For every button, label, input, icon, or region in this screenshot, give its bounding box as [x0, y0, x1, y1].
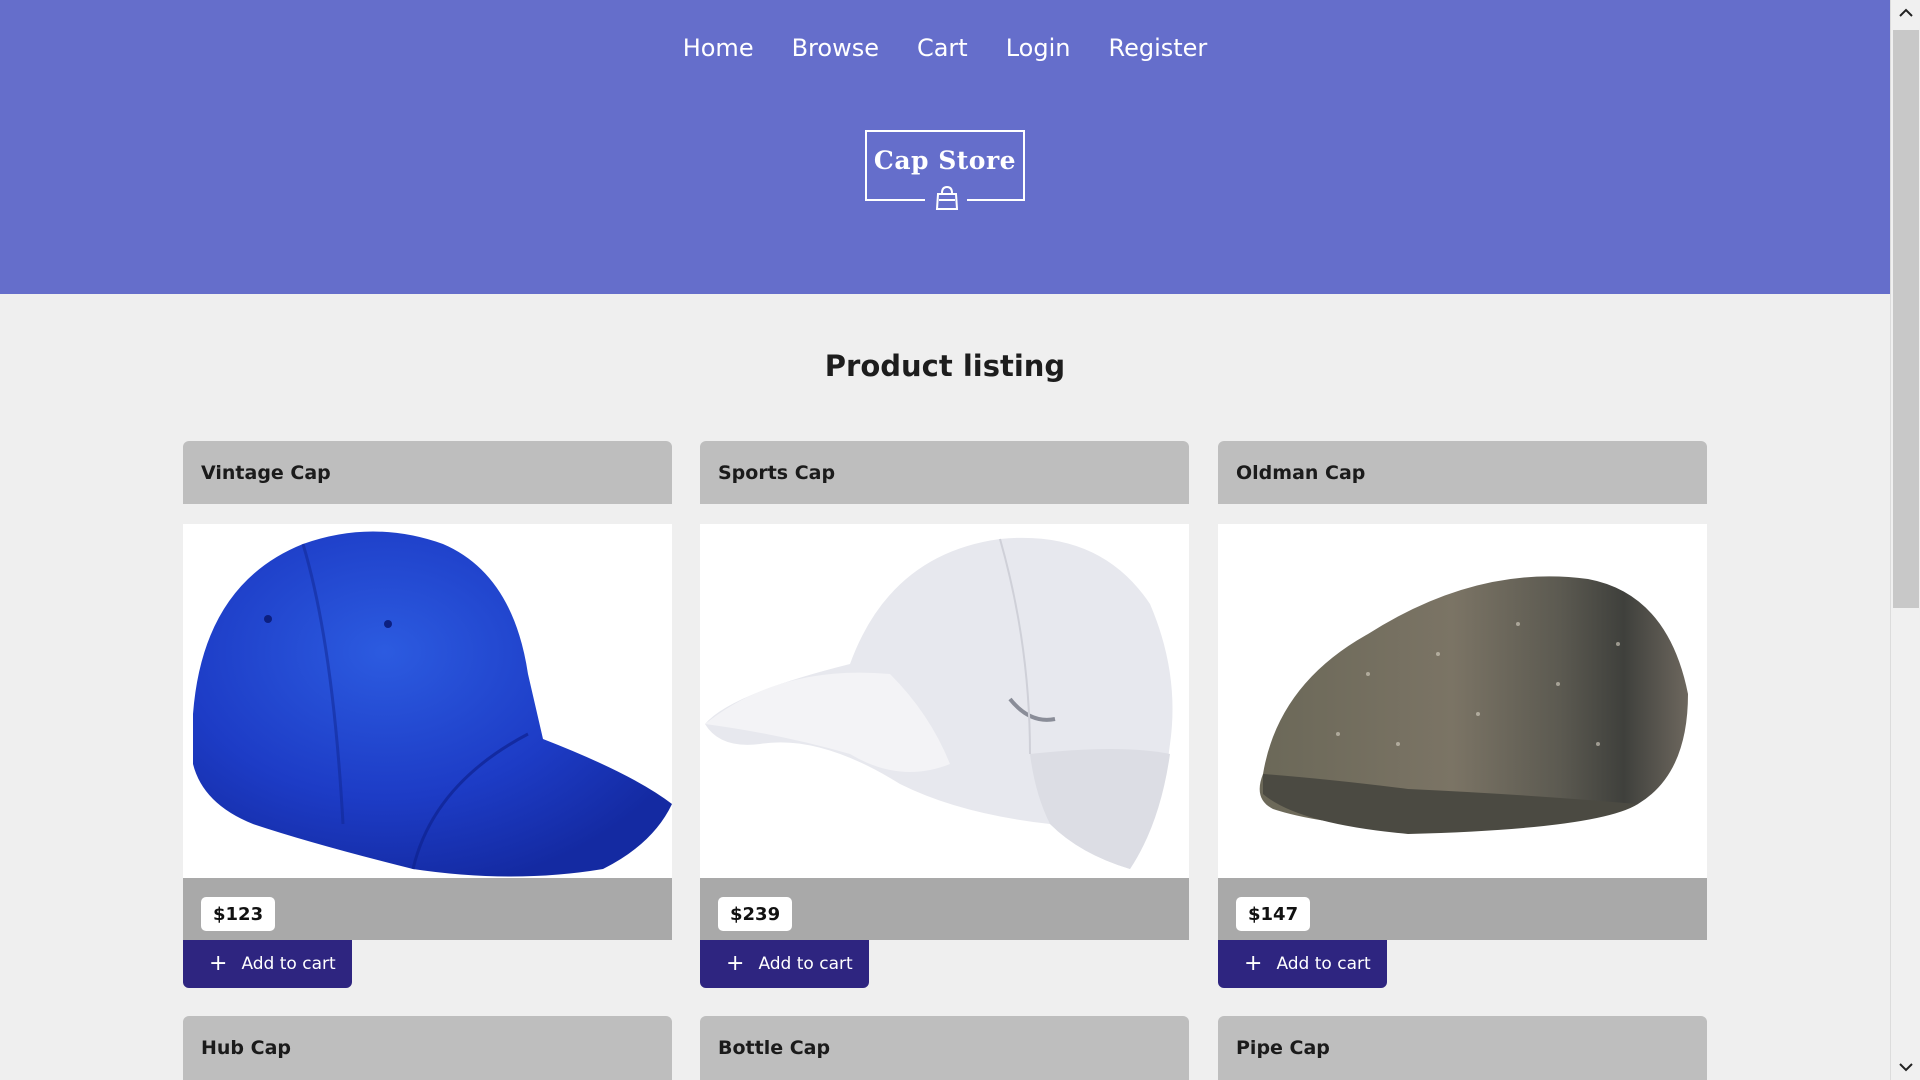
product-name[interactable]: Hub Cap [183, 1016, 672, 1080]
plus-icon: + [209, 951, 228, 976]
product-card: Sports Cap $239 + Add to cart [700, 441, 1189, 988]
product-image[interactable] [700, 524, 1189, 878]
add-to-cart-label: Add to cart [1276, 954, 1371, 974]
product-card: Bottle Cap [700, 1016, 1189, 1080]
site-logo[interactable]: Cap Store [865, 130, 1025, 210]
product-name[interactable]: Bottle Cap [700, 1016, 1189, 1080]
scrollbar-thumb[interactable] [1893, 30, 1919, 608]
add-to-cart-button[interactable]: + Add to cart [700, 940, 869, 988]
white-cap-image [705, 537, 1173, 869]
add-to-cart-label: Add to cart [758, 954, 853, 974]
product-name[interactable]: Sports Cap [700, 441, 1189, 504]
site-header: Home Browse Cart Login Register Cap Stor… [0, 0, 1890, 294]
nav-home[interactable]: Home [683, 34, 754, 62]
main-nav: Home Browse Cart Login Register [0, 34, 1890, 62]
product-name[interactable]: Oldman Cap [1218, 441, 1707, 504]
price-badge: $147 [1236, 897, 1311, 931]
flat-cap-image [1259, 576, 1688, 834]
page-title: Product listing [824, 349, 1066, 383]
blue-cap-image [193, 531, 672, 877]
product-card: Pipe Cap [1218, 1016, 1707, 1080]
plus-icon: + [726, 951, 745, 976]
add-to-cart-button[interactable]: + Add to cart [1218, 940, 1387, 988]
product-footer: $147 [1218, 878, 1707, 940]
price-badge: $239 [718, 897, 793, 931]
shopping-bag-icon [935, 185, 959, 210]
product-name[interactable]: Vintage Cap [183, 441, 672, 504]
nav-login[interactable]: Login [1006, 34, 1071, 62]
add-to-cart-button[interactable]: + Add to cart [183, 940, 352, 988]
logo-title: Cap Store [873, 146, 1017, 175]
scroll-down-icon[interactable] [1891, 1054, 1920, 1080]
plus-icon: + [1244, 951, 1263, 976]
nav-register[interactable]: Register [1108, 34, 1207, 62]
product-card: Vintage Cap $123 + Add to cart [183, 441, 672, 988]
scroll-up-icon[interactable] [1891, 0, 1920, 26]
vertical-scrollbar[interactable] [1890, 0, 1920, 1080]
add-to-cart-label: Add to cart [241, 954, 336, 974]
product-card: Hub Cap [183, 1016, 672, 1080]
product-footer: $123 [183, 878, 672, 940]
price-badge: $123 [201, 897, 276, 931]
product-footer: $239 [700, 878, 1189, 940]
nav-cart[interactable]: Cart [917, 34, 968, 62]
product-image[interactable] [1218, 524, 1707, 878]
product-image[interactable] [183, 524, 672, 878]
product-card: Oldman Cap $147 + Add to cart [1218, 441, 1707, 988]
nav-browse[interactable]: Browse [792, 34, 879, 62]
product-name[interactable]: Pipe Cap [1218, 1016, 1707, 1080]
